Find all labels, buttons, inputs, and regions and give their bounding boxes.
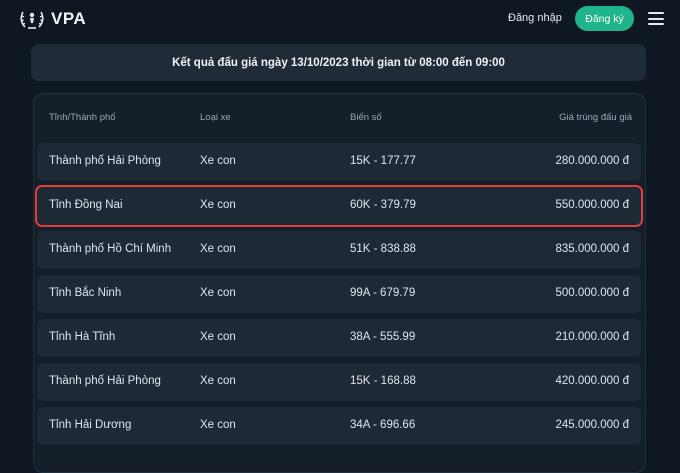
- cell-plate: 51K - 838.88: [350, 243, 416, 255]
- auction-result-banner: Kết quả đấu giá ngày 13/10/2023 thời gia…: [31, 44, 646, 81]
- table-row[interactable]: Tỉnh Bắc Ninh Xe con 99A - 679.79 500.000.0…: [37, 275, 641, 313]
- cell-province: Thành phố Hải Phòng: [49, 375, 161, 387]
- cell-province: Tỉnh Hải Dương: [49, 419, 132, 431]
- cell-vehicle-type: Xe con: [200, 419, 236, 431]
- cell-price: 245.000.000 đ: [555, 419, 629, 431]
- hamburger-menu-icon[interactable]: [648, 12, 664, 25]
- cell-province: Tỉnh Đồng Nai: [49, 199, 123, 211]
- laurel-badge-icon: [20, 11, 44, 29]
- cell-vehicle-type: Xe con: [200, 331, 236, 343]
- cell-province: Tỉnh Bắc Ninh: [49, 287, 122, 299]
- table-row[interactable]: Tỉnh Hà Tĩnh Xe con 38A - 555.99 210.000.00…: [37, 319, 641, 357]
- cell-plate: 99A - 679.79: [350, 287, 416, 299]
- cell-province: Thành phố Hải Phòng: [49, 155, 161, 167]
- column-header-price: Giá trúng đấu giá: [559, 112, 632, 123]
- top-navbar: VPA Đăng nhập Đăng ký: [0, 0, 680, 38]
- register-button[interactable]: Đăng ký: [575, 6, 634, 31]
- cell-price: 835.000.000 đ: [555, 243, 629, 255]
- cell-vehicle-type: Xe con: [200, 375, 236, 387]
- cell-plate: 15K - 177.77: [350, 155, 416, 167]
- cell-plate: 15K - 168.88: [350, 375, 416, 387]
- cell-plate: 38A - 555.99: [350, 331, 416, 343]
- cell-price: 550.000.000 đ: [555, 199, 629, 211]
- cell-vehicle-type: Xe con: [200, 287, 236, 299]
- cell-price: 280.000.000 đ: [555, 155, 629, 167]
- banner-text: Kết quả đấu giá ngày 13/10/2023 thời gia…: [172, 56, 505, 69]
- logo-text: VPA: [51, 9, 87, 28]
- cell-plate: 34A - 696.66: [350, 419, 416, 431]
- login-link[interactable]: Đăng nhập: [508, 12, 562, 24]
- cell-vehicle-type: Xe con: [200, 243, 236, 255]
- cell-province: Tỉnh Hà Tĩnh: [49, 331, 116, 343]
- table-row[interactable]: Thành phố Hải Phòng Xe con 15K - 177.77 280…: [37, 143, 641, 181]
- column-header-province: Tỉnh/Thành phố: [49, 112, 116, 123]
- table-row[interactable]: Thành phố Hồ Chí Minh Xe con 51K - 838.88 8…: [37, 231, 641, 269]
- cell-price: 500.000.000 đ: [555, 287, 629, 299]
- table-row-highlighted[interactable]: Tỉnh Đồng Nai Xe con 60K - 379.79 550.000.0…: [35, 185, 643, 227]
- table-row[interactable]: Tỉnh Hải Dương Xe con 34A - 696.66 245.000.…: [37, 407, 641, 445]
- cell-vehicle-type: Xe con: [200, 199, 236, 211]
- cell-plate: 60K - 379.79: [350, 199, 416, 211]
- auction-results-table: Tỉnh/Thành phố Loại xe Biển số Giá trúng…: [33, 93, 646, 473]
- vpa-logo[interactable]: VPA: [19, 7, 86, 31]
- table-header: Tỉnh/Thành phố Loại xe Biển số Giá trúng…: [34, 94, 647, 138]
- column-header-vehicle-type: Loại xe: [200, 112, 231, 123]
- table-row[interactable]: Thành phố Hải Phòng Xe con 15K - 168.88 420…: [37, 363, 641, 401]
- cell-price: 210.000.000 đ: [555, 331, 629, 343]
- cell-province: Thành phố Hồ Chí Minh: [49, 243, 172, 255]
- column-header-plate: Biển số: [350, 112, 382, 123]
- cell-price: 420.000.000 đ: [555, 375, 629, 387]
- cell-vehicle-type: Xe con: [200, 155, 236, 167]
